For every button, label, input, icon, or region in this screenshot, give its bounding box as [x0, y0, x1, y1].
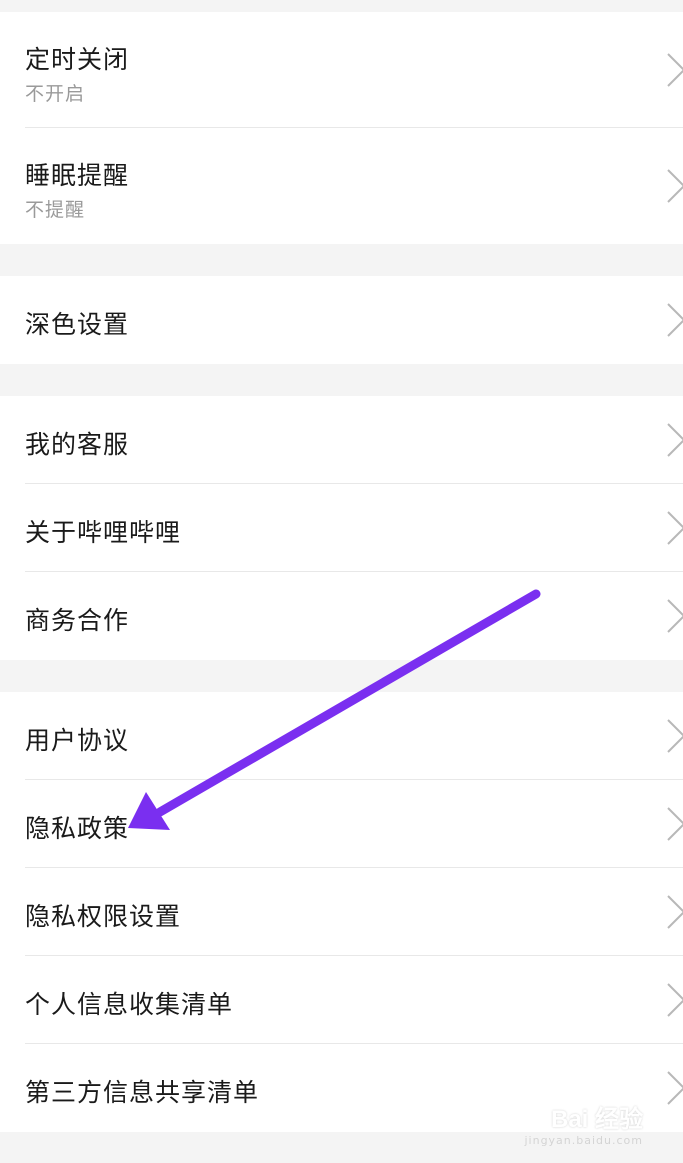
chevron-right-icon — [667, 983, 683, 1017]
settings-group-privacy: 用户协议 隐私政策 隐私权限设置 个人信息收集清单 第三方信息共享清单 — [0, 692, 683, 1132]
watermark-url: jingyan.baidu.com — [524, 1134, 643, 1147]
chevron-right-icon — [667, 169, 683, 203]
row-user-agreement[interactable]: 用户协议 — [0, 692, 683, 780]
chevron-right-icon — [667, 423, 683, 457]
watermark-brand: Bai 经验 — [550, 1106, 643, 1133]
chevron-right-icon — [667, 53, 683, 87]
row-title: 第三方信息共享清单 — [25, 1078, 260, 1107]
row-title: 隐私政策 — [25, 814, 130, 843]
settings-group-about: 我的客服 关于哔哩哔哩 商务合作 — [0, 396, 683, 660]
row-timer-close[interactable]: 定时关闭 不开启 — [0, 12, 683, 128]
row-title: 商务合作 — [25, 606, 130, 635]
chevron-right-icon — [667, 895, 683, 929]
row-personal-info-list[interactable]: 个人信息收集清单 — [0, 956, 683, 1044]
row-title: 隐私权限设置 — [25, 902, 182, 931]
chevron-right-icon — [667, 599, 683, 633]
chevron-right-icon — [667, 303, 683, 337]
row-about-bilibili[interactable]: 关于哔哩哔哩 — [0, 484, 683, 572]
row-title: 关于哔哩哔哩 — [25, 518, 182, 547]
row-business-cooperation[interactable]: 商务合作 — [0, 572, 683, 660]
row-title: 用户协议 — [25, 726, 130, 755]
row-dark-mode[interactable]: 深色设置 — [0, 276, 683, 364]
row-title: 睡眠提醒 — [25, 161, 130, 190]
watermark: Bai 经验 jingyan.baidu.com — [524, 1099, 643, 1147]
settings-group-timer: 定时关闭 不开启 睡眠提醒 不提醒 — [0, 12, 683, 244]
row-title: 深色设置 — [25, 310, 130, 339]
row-subtitle: 不提醒 — [25, 199, 86, 221]
chevron-right-icon — [667, 1071, 683, 1105]
settings-group-display: 深色设置 — [0, 276, 683, 364]
row-subtitle: 不开启 — [25, 83, 86, 105]
row-sleep-reminder[interactable]: 睡眠提醒 不提醒 — [0, 128, 683, 244]
row-title: 定时关闭 — [25, 45, 130, 74]
row-privacy-policy[interactable]: 隐私政策 — [0, 780, 683, 868]
chevron-right-icon — [667, 511, 683, 545]
row-title: 个人信息收集清单 — [25, 990, 234, 1019]
chevron-right-icon — [667, 807, 683, 841]
row-customer-service[interactable]: 我的客服 — [0, 396, 683, 484]
chevron-right-icon — [667, 719, 683, 753]
row-title: 我的客服 — [25, 430, 130, 459]
row-privacy-permissions[interactable]: 隐私权限设置 — [0, 868, 683, 956]
